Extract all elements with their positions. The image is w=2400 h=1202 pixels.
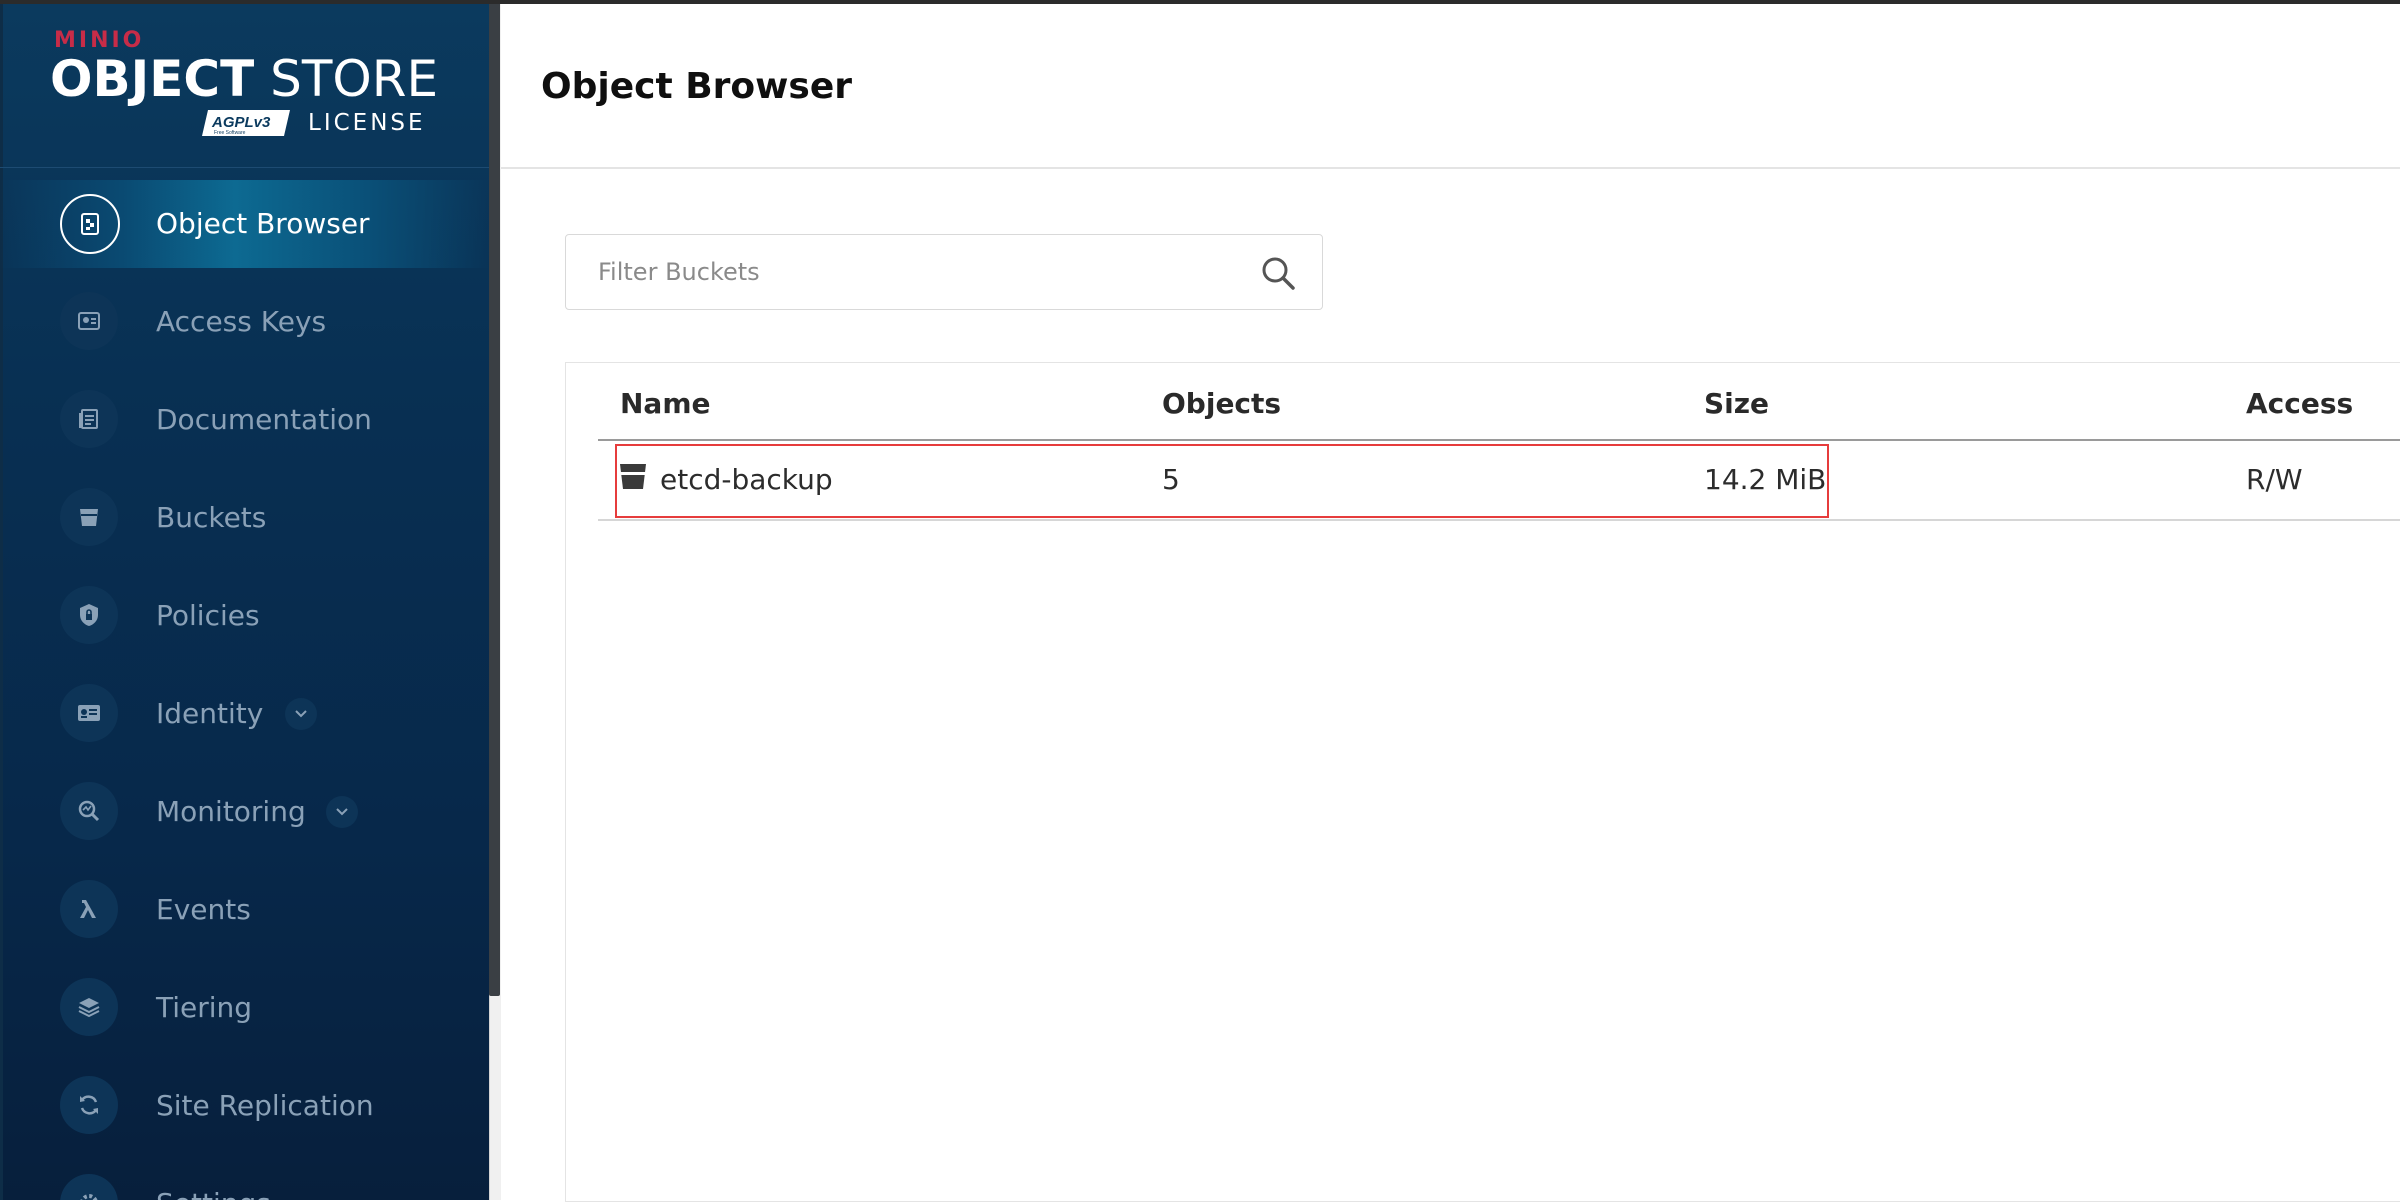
sidebar-item-access-keys[interactable]: Access Keys — [0, 278, 489, 366]
sidebar-item-label: Buckets — [156, 501, 267, 534]
filter-buckets-box[interactable] — [565, 234, 1323, 310]
column-header-size[interactable]: Size — [1704, 387, 1769, 420]
sidebar-item-label: Tiering — [156, 991, 253, 1024]
chevron-down-icon[interactable] — [285, 698, 317, 730]
agpl-badge-icon: AGPLv3 Free Software — [202, 110, 290, 136]
layers-icon — [60, 978, 118, 1036]
page-header: Object Browser — [501, 0, 2400, 169]
table-row[interactable]: etcd-backup 5 14.2 MiB R/W — [598, 441, 2400, 521]
minio-logo[interactable]: MINIO OBJECT STORE AGPLv3 Free Software … — [50, 28, 438, 148]
monitoring-icon — [60, 782, 118, 840]
sidebar-item-policies[interactable]: Policies — [0, 572, 489, 660]
sidebar-item-label: Object Browser — [156, 207, 370, 240]
bucket-icon — [60, 488, 118, 546]
buckets-table: Name Objects Size Access etcd-backup 5 1… — [565, 362, 2400, 1202]
sidebar-item-label: Identity — [156, 697, 264, 730]
lambda-icon — [60, 880, 118, 938]
id-card-icon — [60, 684, 118, 742]
sidebar-item-events[interactable]: Events — [0, 866, 489, 954]
bucket-objects: 5 — [1162, 463, 1180, 496]
bucket-access: R/W — [2246, 463, 2303, 496]
bucket-size: 14.2 MiB — [1704, 463, 1827, 496]
shield-lock-icon — [60, 586, 118, 644]
search-icon[interactable] — [1260, 255, 1296, 291]
column-header-access[interactable]: Access — [2246, 387, 2353, 420]
sidebar-scrollbar-thumb[interactable] — [489, 0, 500, 996]
sidebar-item-settings[interactable]: Settings — [0, 1160, 489, 1200]
sidebar-item-documentation[interactable]: Documentation — [0, 376, 489, 464]
sidebar-item-object-browser[interactable]: Object Browser — [0, 180, 489, 268]
sidebar-item-buckets[interactable]: Buckets — [0, 474, 489, 562]
sidebar-item-identity[interactable]: Identity — [0, 670, 489, 758]
sidebar-item-label: Settings — [156, 1160, 271, 1200]
sidebar: MINIO OBJECT STORE AGPLv3 Free Software … — [0, 0, 489, 1200]
sidebar-item-label: Documentation — [156, 403, 372, 436]
chevron-down-icon[interactable] — [326, 796, 358, 828]
window-top-border — [0, 0, 2400, 4]
sidebar-item-label: Access Keys — [156, 305, 327, 338]
agpl-badge-subtext: Free Software — [214, 130, 246, 136]
logo-store-text: STORE — [270, 50, 439, 108]
sidebar-divider — [0, 167, 489, 168]
logo-license-text: LICENSE — [308, 110, 426, 136]
sidebar-item-label: Site Replication — [156, 1089, 374, 1122]
bucket-icon — [620, 464, 646, 489]
object-browser-icon — [60, 194, 120, 254]
filter-buckets-input[interactable] — [566, 235, 1258, 309]
column-header-objects[interactable]: Objects — [1162, 387, 1281, 420]
sidebar-item-monitoring[interactable]: Monitoring — [0, 768, 489, 856]
access-keys-icon — [60, 292, 118, 350]
page-title: Object Browser — [541, 66, 852, 107]
gear-icon — [60, 1174, 118, 1200]
bucket-name[interactable]: etcd-backup — [660, 463, 833, 496]
sidebar-item-label: Monitoring — [156, 795, 306, 828]
agpl-badge-text: AGPLv3 — [211, 114, 271, 131]
sidebar-item-tiering[interactable]: Tiering — [0, 964, 489, 1052]
column-header-name[interactable]: Name — [620, 387, 711, 420]
logo-product-name: OBJECT STORE — [50, 50, 438, 108]
table-header: Name Objects Size Access — [598, 363, 2400, 441]
sidebar-item-label: Events — [156, 893, 251, 926]
logo-object-text: OBJECT — [50, 50, 255, 108]
replication-icon — [60, 1076, 118, 1134]
main-content: Object Browser Name Objects Size Access … — [501, 0, 2400, 1202]
documentation-icon — [60, 390, 118, 448]
sidebar-item-site-replication[interactable]: Site Replication — [0, 1062, 489, 1150]
sidebar-item-label: Policies — [156, 599, 260, 632]
